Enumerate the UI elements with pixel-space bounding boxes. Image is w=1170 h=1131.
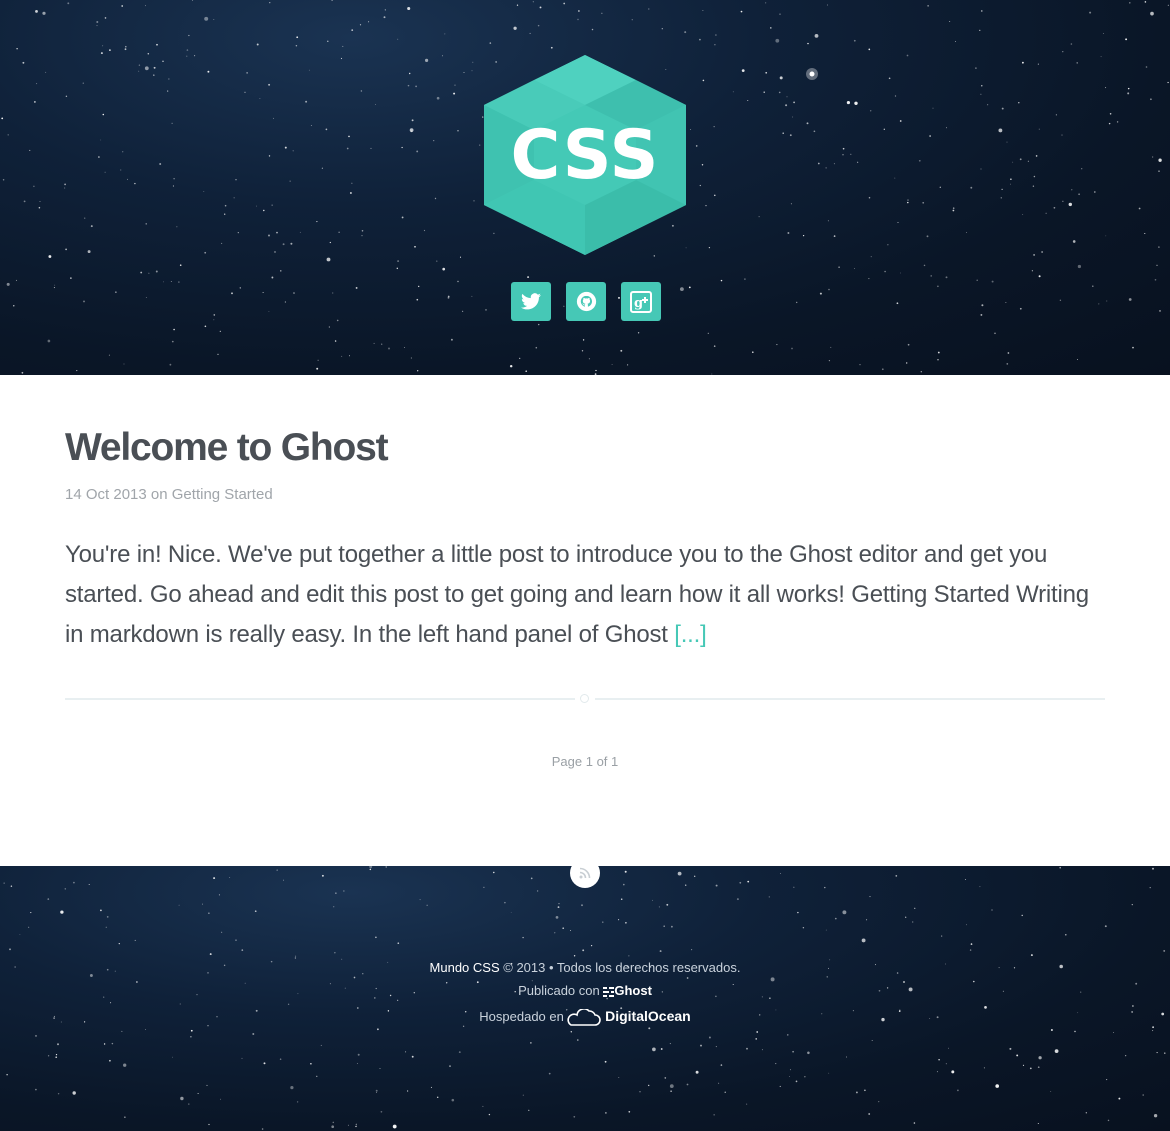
copyright-text: © 2013 • Todos los derechos reservados. bbox=[503, 960, 741, 975]
svg-text:g: g bbox=[634, 296, 643, 311]
social-links: g bbox=[511, 282, 661, 321]
pagination: Page 1 of 1 bbox=[0, 754, 1170, 769]
post-meta: 14 Oct 2013 on Getting Started bbox=[65, 486, 1105, 503]
digitalocean-link[interactable]: DigitalOcean bbox=[567, 1008, 691, 1026]
post-title[interactable]: Welcome to Ghost bbox=[65, 420, 1105, 476]
github-button[interactable] bbox=[566, 282, 606, 321]
starfield bbox=[3, 866, 1166, 1130]
rss-button[interactable] bbox=[570, 858, 600, 888]
hosted-line: Hospedado en DigitalOcean bbox=[0, 1008, 1170, 1027]
github-icon bbox=[576, 291, 596, 312]
twitter-button[interactable] bbox=[511, 282, 551, 321]
post-meta-on: on bbox=[150, 486, 168, 503]
post-divider bbox=[65, 694, 1105, 703]
ghost-brand: Ghost bbox=[614, 983, 652, 998]
google-plus-button[interactable]: g bbox=[621, 282, 661, 321]
post-preview: Welcome to Ghost 14 Oct 2013 on Getting … bbox=[65, 420, 1105, 679]
twitter-icon bbox=[521, 293, 541, 310]
logo-text: CSS bbox=[510, 115, 660, 195]
post-date: 14 Oct 2013 bbox=[65, 486, 147, 503]
published-line: Publicado con Ghost bbox=[0, 983, 1170, 998]
ghost-logo-icon bbox=[603, 986, 615, 997]
rss-icon bbox=[579, 867, 591, 879]
google-plus-icon: g bbox=[630, 290, 652, 313]
read-more-link[interactable]: [...] bbox=[674, 621, 707, 648]
hosted-label: Hospedado en bbox=[479, 1009, 564, 1024]
post-excerpt-text: You're in! Nice. We've put together a li… bbox=[65, 541, 1089, 648]
ghost-link[interactable]: Ghost bbox=[603, 983, 652, 998]
published-label: Publicado con bbox=[518, 983, 600, 998]
copyright-line: Mundo CSS © 2013 • Todos los derechos re… bbox=[0, 960, 1170, 975]
divider-dot bbox=[580, 694, 589, 703]
site-name-link[interactable]: Mundo CSS bbox=[430, 960, 500, 975]
post-tag-link[interactable]: Getting Started bbox=[172, 486, 273, 503]
post-excerpt: You're in! Nice. We've put together a li… bbox=[65, 535, 1105, 655]
digitalocean-brand: DigitalOcean bbox=[605, 1008, 691, 1024]
site-logo[interactable]: CSS bbox=[484, 55, 686, 255]
pagination-label: Page 1 of 1 bbox=[551, 754, 619, 769]
site-footer: Mundo CSS © 2013 • Todos los derechos re… bbox=[0, 866, 1170, 1131]
digitalocean-cloud-icon bbox=[567, 1008, 602, 1026]
post-title-text[interactable]: Welcome to Ghost bbox=[65, 426, 389, 469]
site-header: CSS g bbox=[0, 0, 1170, 375]
